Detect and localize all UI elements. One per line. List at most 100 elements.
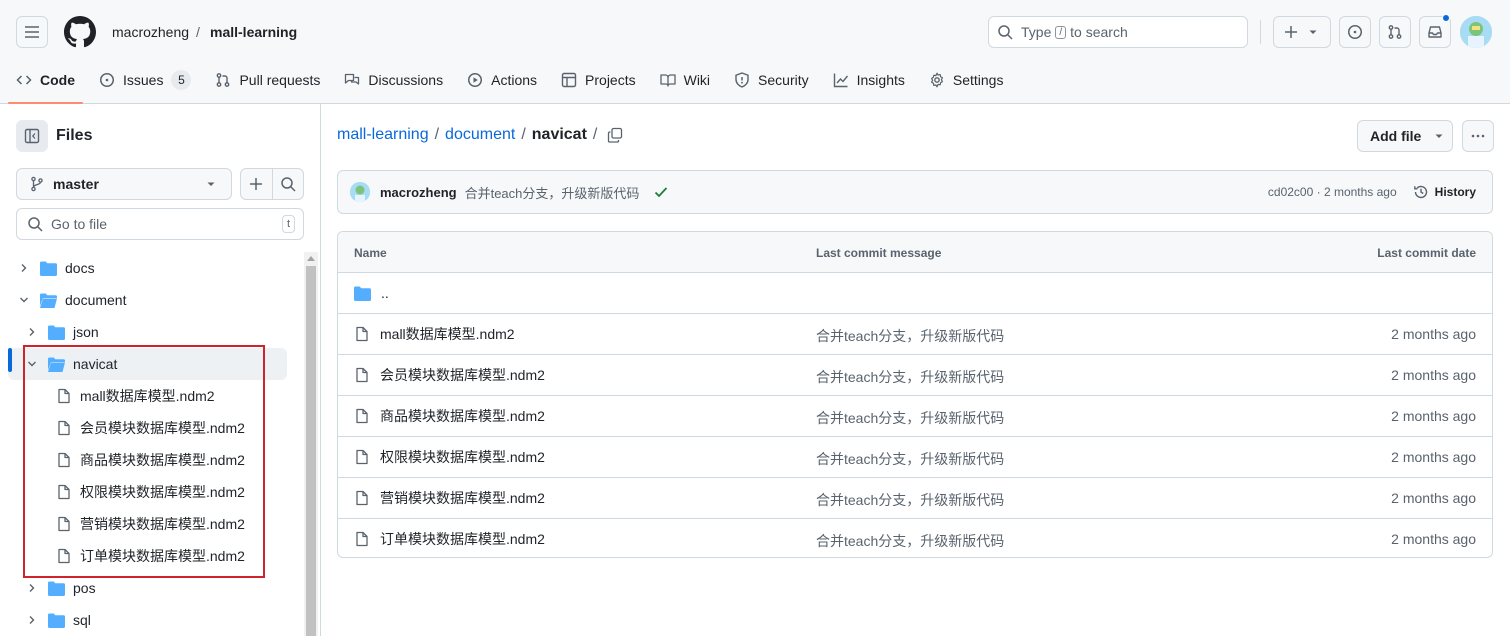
tab-issues[interactable]: Issues 5: [91, 60, 199, 100]
comment-discussion-icon: [345, 73, 360, 85]
notification-dot: [1442, 14, 1450, 22]
breadcrumb-separator: /: [521, 126, 526, 143]
kebab-horizontal-icon: [1471, 134, 1485, 138]
branch-selector[interactable]: master: [16, 168, 232, 200]
file-name-link[interactable]: 商品模块数据库模型.ndm2: [380, 406, 545, 426]
parent-directory-link[interactable]: ..: [381, 285, 389, 301]
tree-actions: [240, 168, 304, 200]
tree-item-label: docs: [65, 260, 95, 276]
search-input[interactable]: Type / to search: [988, 16, 1248, 48]
files-title: Files: [56, 127, 93, 144]
tab-actions[interactable]: Actions: [459, 60, 545, 100]
tab-discussions[interactable]: Discussions: [336, 60, 451, 100]
issue-opened-icon: [100, 73, 114, 87]
triangle-down-icon: [207, 182, 215, 186]
search-icon: [28, 217, 43, 232]
issue-opened-icon: [1348, 25, 1362, 39]
file-name-link[interactable]: 营销模块数据库模型.ndm2: [380, 488, 545, 508]
commit-message-link[interactable]: 合并teach分支，升级新版代码: [816, 449, 1004, 469]
avatar[interactable]: [350, 182, 370, 202]
column-header-date: Last commit date: [1377, 246, 1476, 260]
check-icon[interactable]: [653, 184, 669, 200]
tab-wiki[interactable]: Wiki: [652, 60, 718, 100]
table-row: 营销模块数据库模型.ndm2 合并teach分支，升级新版代码 2 months…: [338, 478, 1492, 519]
tree-item-document[interactable]: document: [16, 284, 304, 316]
add-file-tree-button[interactable]: [241, 169, 272, 199]
tree-scrollbar-thumb[interactable]: [306, 266, 316, 636]
create-new-button[interactable]: [1273, 16, 1331, 48]
repo-owner-link[interactable]: macrozheng: [112, 24, 189, 40]
menu-button[interactable]: [16, 16, 48, 48]
tab-pull-requests[interactable]: Pull requests: [207, 60, 328, 100]
folder-icon: [48, 613, 65, 628]
history-label: History: [1434, 185, 1476, 199]
tab-settings[interactable]: Settings: [921, 60, 1012, 100]
file-name-link[interactable]: mall数据库模型.ndm2: [380, 324, 515, 344]
file-icon: [354, 449, 370, 465]
pull-requests-button[interactable]: [1379, 16, 1411, 48]
branch-name: master: [53, 176, 99, 192]
commit-message-link[interactable]: 合并teach分支，升级新版代码: [816, 367, 1004, 387]
tab-projects-label: Projects: [585, 72, 636, 88]
commit-message-link[interactable]: 合并teach分支，升级新版代码: [816, 531, 1004, 551]
history-button[interactable]: History: [1413, 184, 1476, 200]
parent-directory-row[interactable]: ..: [338, 273, 1492, 314]
breadcrumb-parent-link[interactable]: document: [445, 126, 515, 144]
tab-projects[interactable]: Projects: [553, 60, 644, 100]
issues-button[interactable]: [1339, 16, 1371, 48]
tab-security[interactable]: Security: [726, 60, 817, 100]
search-placeholder-suffix: to search: [1070, 24, 1128, 40]
tree-item-sql[interactable]: sql: [24, 604, 312, 636]
search-shortcut-key: /: [1055, 25, 1067, 39]
commit-message[interactable]: 合并teach分支，升级新版代码: [465, 183, 640, 202]
tree-item-label: json: [73, 324, 99, 340]
avatar[interactable]: [1460, 16, 1492, 48]
chevron-right-icon: [24, 614, 40, 626]
tab-security-label: Security: [758, 72, 809, 88]
scroll-up-arrow-icon[interactable]: [307, 256, 315, 261]
tab-code[interactable]: Code: [8, 60, 83, 104]
file-name-link[interactable]: 会员模块数据库模型.ndm2: [380, 365, 545, 385]
commit-hash-time[interactable]: cd02c00 · 2 months ago: [1268, 185, 1397, 199]
collapse-sidebar-button[interactable]: [16, 120, 48, 152]
commit-message-link[interactable]: 合并teach分支，升级新版代码: [816, 490, 1004, 510]
column-header-name: Name: [354, 246, 387, 260]
latest-commit-bar: macrozheng 合并teach分支，升级新版代码 cd02c00 · 2 …: [337, 170, 1493, 214]
search-tree-button[interactable]: [271, 169, 304, 199]
search-icon: [998, 25, 1013, 40]
file-name-link[interactable]: 订单模块数据库模型.ndm2: [380, 529, 545, 549]
copy-icon: [608, 127, 623, 143]
go-to-file-input[interactable]: Go to file t: [16, 208, 304, 240]
chevron-right-icon: [24, 582, 40, 594]
copy-path-button[interactable]: [607, 127, 623, 143]
history-icon: [1413, 185, 1427, 199]
commit-date: 2 months ago: [1391, 531, 1476, 547]
tab-insights-label: Insights: [856, 72, 905, 88]
repo-nav: Code Issues 5 Pull requests Discussions …: [0, 60, 1011, 104]
table-header: Name Last commit message Last commit dat…: [338, 232, 1492, 273]
github-logo-icon[interactable]: [64, 16, 96, 48]
more-options-button[interactable]: [1462, 120, 1494, 152]
commit-message-link[interactable]: 合并teach分支，升级新版代码: [816, 326, 1004, 346]
file-name-link[interactable]: 权限模块数据库模型.ndm2: [380, 447, 545, 467]
breadcrumb-root-link[interactable]: mall-learning: [337, 126, 429, 144]
commit-meta: cd02c00 · 2 months ago History: [1268, 184, 1476, 200]
repo-name-link[interactable]: mall-learning: [210, 24, 297, 40]
tab-discussions-label: Discussions: [368, 72, 444, 88]
tree-item-json[interactable]: json: [24, 316, 312, 348]
tree-item-docs[interactable]: docs: [16, 252, 304, 284]
highlight-annotation-box: [23, 345, 265, 578]
plus-icon: [1285, 26, 1297, 38]
breadcrumb-separator: /: [196, 24, 200, 40]
tab-insights[interactable]: Insights: [825, 60, 913, 100]
add-file-button[interactable]: Add file: [1357, 120, 1453, 152]
commit-author[interactable]: macrozheng: [380, 185, 457, 200]
commit-date: 2 months ago: [1391, 449, 1476, 465]
breadcrumb-separator: /: [592, 126, 598, 143]
tab-code-label: Code: [40, 72, 75, 88]
hamburger-icon: [25, 26, 39, 38]
chevron-right-icon: [24, 326, 40, 338]
commit-message-link[interactable]: 合并teach分支，升级新版代码: [816, 408, 1004, 428]
folder-icon: [48, 581, 65, 596]
table-row: 订单模块数据库模型.ndm2 合并teach分支，升级新版代码 2 months…: [338, 519, 1492, 557]
